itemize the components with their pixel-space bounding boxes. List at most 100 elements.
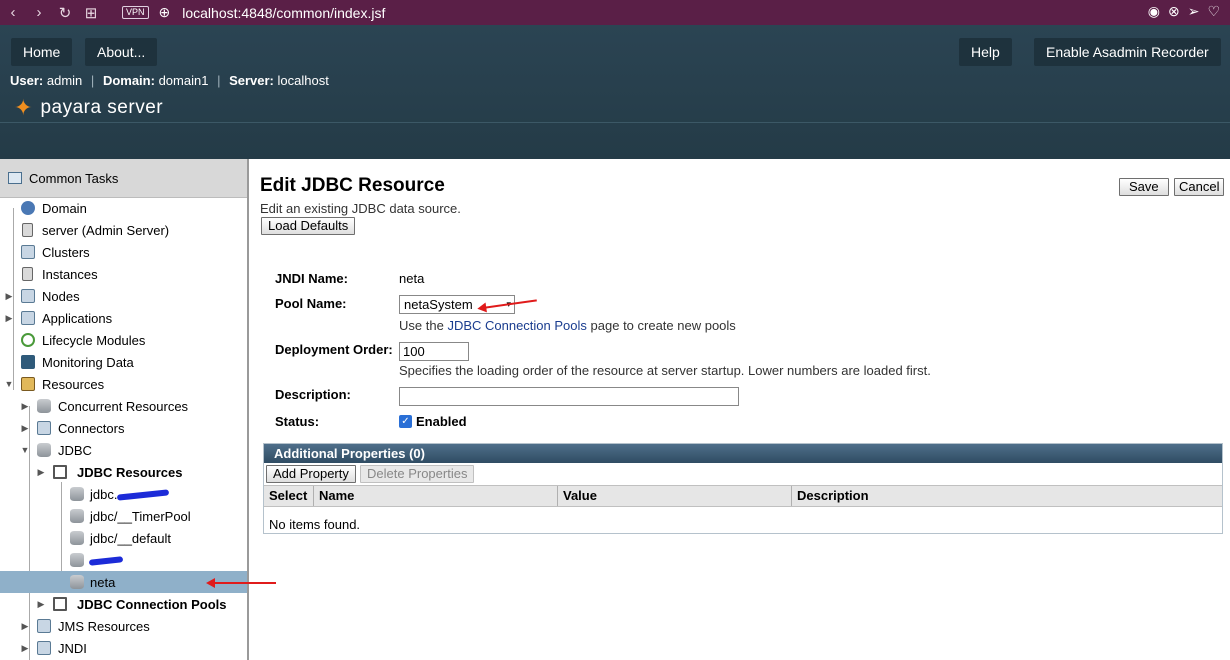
tree-item-instances[interactable]: Instances [0,263,247,285]
tree-item-domain[interactable]: Domain [0,197,247,219]
database-icon [70,509,84,523]
instances-icon [22,267,33,281]
expand-triangle-icon[interactable]: ▶ [4,291,14,302]
server-icon [22,223,33,237]
deployment-order-label: Deployment Order: [275,342,393,357]
block-icon[interactable]: ⊗ [1168,3,1180,20]
tree-label: Nodes [42,288,80,304]
tree-label: neta [90,574,116,590]
column-description[interactable]: Description [792,486,1222,506]
load-defaults-button[interactable]: Load Defaults [261,217,356,235]
about-button[interactable]: About... [85,38,158,66]
tree-item-resources[interactable]: ▼ Resources [0,373,247,395]
monitoring-icon [21,355,35,369]
tree-item-concurrent-resources[interactable]: ▶ Concurrent Resources [0,395,247,417]
tree-item-nodes[interactable]: ▶ Nodes [0,285,247,307]
column-name[interactable]: Name [314,486,558,506]
add-property-button[interactable]: Add Property [266,465,356,483]
page-title: Edit JDBC Resource [260,175,445,196]
tree-label: jdbc/__default [90,530,171,546]
expand-triangle-icon[interactable]: ▶ [36,599,46,610]
expand-triangle-icon[interactable]: ▶ [4,313,14,324]
back-icon[interactable]: ‹ [0,4,26,21]
tree-item-jdbc-resources[interactable]: ▶ JDBC Resources [0,461,247,483]
tree-item-applications[interactable]: ▶ Applications [0,307,247,329]
tree-item-monitoring-data[interactable]: Monitoring Data [0,351,247,373]
tree-item-redacted[interactable] [0,549,247,571]
tree-label: JNDI [58,640,87,656]
forward-icon[interactable]: › [26,4,52,21]
tree-label: jdbc/__TimerPool [90,508,191,524]
tree-label: Monitoring Data [42,354,134,370]
logo-text: payara server [40,97,164,118]
properties-toolbar: Add Property Delete Properties [264,463,1222,485]
tree-label: Connectors [58,420,125,436]
address-bar[interactable]: localhost:4848/common/index.jsf [182,5,385,21]
description-label: Description: [275,387,351,402]
pool-name-label: Pool Name: [275,296,347,311]
tree-item-jdbc[interactable]: ▼ JDBC [0,439,247,461]
help-button[interactable]: Help [959,38,1012,66]
send-icon[interactable]: ➢ [1188,3,1200,20]
tree-item-connectors[interactable]: ▶ Connectors [0,417,247,439]
tree-item-jms-resources[interactable]: ▶ JMS Resources [0,615,247,637]
collapse-triangle-icon[interactable]: ▼ [4,379,14,389]
tree-item-default[interactable]: jdbc/__default [0,527,247,549]
user-info: User: admin | Domain: domain1 | Server: … [10,73,329,88]
asadmin-recorder-button[interactable]: Enable Asadmin Recorder [1034,38,1221,66]
payara-logo: ✦ payara server [14,95,163,121]
save-button[interactable]: Save [1119,178,1169,196]
user-label: User: [10,73,44,88]
delete-properties-button[interactable]: Delete Properties [360,465,475,483]
database-icon [37,443,51,457]
status-enabled-checkbox[interactable]: ✓ [399,415,412,428]
tree-label: jdbc. [90,486,118,502]
vpn-badge[interactable]: VPN [122,6,149,19]
header-divider [0,122,1230,123]
database-icon [70,575,84,589]
tabs-grid-icon[interactable]: ⊞ [78,4,104,22]
app-header: Home About... Help Enable Asadmin Record… [0,25,1230,159]
description-input[interactable] [399,387,739,406]
deployment-order-input[interactable]: 100 [399,342,469,361]
additional-properties-table: Additional Properties (0) Add Property D… [263,443,1223,534]
tree-item-timerpool[interactable]: jdbc/__TimerPool [0,505,247,527]
user-value: admin [46,73,83,88]
database-icon [70,553,84,567]
reload-icon[interactable]: ↻ [52,4,78,22]
browser-toolbar: ‹ › ↻ ⊞ VPN ⊕ localhost:4848/common/inde… [0,0,1230,25]
home-button[interactable]: Home [11,38,73,66]
collapse-triangle-icon[interactable]: ▶ [36,467,46,478]
redaction-scribble [116,489,170,501]
jndi-name-value: neta [399,271,425,286]
heart-icon[interactable]: ♡ [1207,3,1220,20]
jndi-icon [37,641,51,655]
cancel-button[interactable]: Cancel [1174,178,1225,196]
expand-triangle-icon[interactable]: ▶ [20,643,30,654]
folder-icon [53,465,67,479]
tree-item-jdbc-redacted[interactable]: jdbc. [0,483,247,505]
tree-item-clusters[interactable]: Clusters [0,241,247,263]
database-icon [70,487,84,501]
tree-item-server[interactable]: server (Admin Server) [0,219,247,241]
domain-value: domain1 [158,73,209,88]
expand-triangle-icon[interactable]: ▶ [20,401,30,412]
camera-icon[interactable]: ◉ [1148,3,1160,20]
payara-fish-icon: ✦ [14,95,33,120]
column-select[interactable]: Select [264,486,314,506]
tree-label: JDBC Connection Pools [77,596,227,612]
main-content: Edit JDBC Resource Edit an existing JDBC… [251,159,1230,660]
collapse-triangle-icon[interactable]: ▼ [20,445,30,455]
tree-item-lifecycle-modules[interactable]: Lifecycle Modules [0,329,247,351]
tree-label: Resources [42,376,105,392]
properties-title: Additional Properties (0) [264,444,1222,463]
tree-item-jndi[interactable]: ▶ JNDI [0,637,247,659]
tree-item-jdbc-connection-pools[interactable]: ▶ JDBC Connection Pools [0,593,247,615]
properties-table-header: Select Name Value Description [264,485,1222,507]
pool-help-prefix: Use the [399,318,444,333]
expand-triangle-icon[interactable]: ▶ [20,423,30,434]
expand-triangle-icon[interactable]: ▶ [20,621,30,632]
jdbc-connection-pools-link[interactable]: JDBC Connection Pools [447,318,586,333]
column-value[interactable]: Value [558,486,792,506]
common-tasks-header[interactable]: Common Tasks [0,159,247,198]
